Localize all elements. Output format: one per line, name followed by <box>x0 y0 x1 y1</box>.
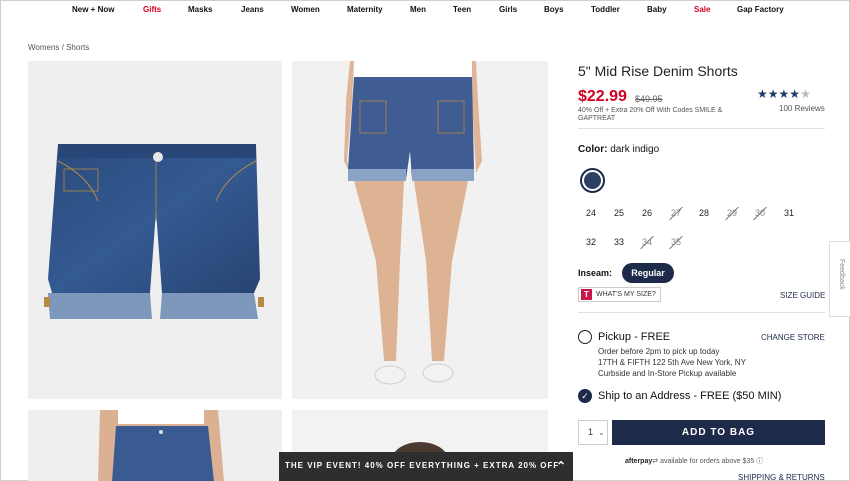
nav-boys[interactable]: Boys <box>544 1 564 19</box>
product-image-back[interactable] <box>292 61 548 399</box>
color-value: dark indigo <box>610 144 660 155</box>
divider <box>578 312 825 313</box>
shipping-returns-link[interactable]: SHIPPING & RETURNS <box>738 473 825 481</box>
star-icon: ★ <box>757 87 768 101</box>
nav-men[interactable]: Men <box>410 1 426 19</box>
quantity-value: 1 <box>588 427 594 437</box>
divider <box>578 128 825 129</box>
star-icon: ★ <box>778 87 790 101</box>
size-option[interactable]: 32 <box>581 237 601 247</box>
breadcrumb-womens[interactable]: Womens <box>28 43 59 52</box>
pickup-cutoff: Order before 2pm to pick up today <box>598 347 720 356</box>
promo-banner[interactable]: THE VIP EVENT! 40% OFF EVERYTHING + EXTR… <box>279 452 573 481</box>
rating-stars[interactable]: ★★★★★ <box>757 87 811 101</box>
info-icon[interactable]: ⓘ <box>756 458 763 465</box>
size-option-unavailable[interactable]: 27 <box>666 208 686 218</box>
breadcrumb: Womens / Shorts <box>28 43 89 52</box>
size-option-unavailable[interactable]: 29 <box>722 208 742 218</box>
size-option[interactable]: 26 <box>637 208 657 218</box>
chevron-up-icon[interactable]: ⌃ <box>556 452 567 480</box>
inseam-regular-button[interactable]: Regular <box>622 263 674 283</box>
add-to-bag-button[interactable]: ADD TO BAG <box>612 420 825 445</box>
pickup-label[interactable]: Pickup - FREE <box>598 331 670 343</box>
size-option[interactable]: 33 <box>609 237 629 247</box>
product-image-front[interactable] <box>28 61 282 399</box>
star-half-icon: ★ <box>800 87 811 101</box>
size-option-unavailable[interactable]: 35 <box>666 237 686 247</box>
promo-text: 40% Off + Extra 20% Off With Codes SMILE… <box>578 107 723 122</box>
nav-teen[interactable]: Teen <box>453 1 471 19</box>
whats-my-size-label: WHAT'S MY SIZE? <box>596 291 656 298</box>
nav-women[interactable]: Women <box>291 1 320 19</box>
product-title: 5" Mid Rise Denim Shorts <box>578 63 738 79</box>
sale-price: $22.99 <box>578 88 627 105</box>
star-icon: ★ <box>767 87 779 101</box>
top-nav: New + Now Gifts Masks Jeans Women Matern… <box>1 1 850 19</box>
nav-baby[interactable]: Baby <box>647 1 667 19</box>
feedback-tab[interactable]: Feedback <box>829 241 850 317</box>
pickup-radio[interactable] <box>578 330 592 344</box>
size-option[interactable]: 28 <box>694 208 714 218</box>
swatch-fill <box>584 172 601 189</box>
quantity-select[interactable]: 1 ⌄ <box>578 420 608 445</box>
nav-toddler[interactable]: Toddler <box>591 1 620 19</box>
chevron-down-icon: ⌄ <box>598 430 605 437</box>
nav-gifts[interactable]: Gifts <box>143 1 161 19</box>
pickup-availability: Curbside and In-Store Pickup available <box>598 369 737 378</box>
ship-radio-checked[interactable]: ✓ <box>578 389 592 403</box>
nav-masks[interactable]: Masks <box>188 1 212 19</box>
size-option[interactable]: 25 <box>609 208 629 218</box>
nav-new-now[interactable]: New + Now <box>72 1 114 19</box>
nav-girls[interactable]: Girls <box>499 1 517 19</box>
size-option[interactable]: 24 <box>581 208 601 218</box>
change-store-link[interactable]: CHANGE STORE <box>761 333 825 342</box>
feedback-label: Feedback <box>838 259 845 290</box>
nav-maternity[interactable]: Maternity <box>347 1 383 19</box>
color-swatch-dark-indigo[interactable] <box>580 168 605 193</box>
breadcrumb-shorts[interactable]: Shorts <box>66 43 89 52</box>
star-icon: ★ <box>789 87 801 101</box>
reviews-link[interactable]: 100 Reviews <box>779 104 825 113</box>
pickup-store-address: 17TH & FIFTH 122 5th Ave New York, NY <box>598 358 746 367</box>
color-label-key: Color: <box>578 144 608 155</box>
nav-gap-factory[interactable]: Gap Factory <box>737 1 784 19</box>
check-icon: ✓ <box>581 391 589 401</box>
inseam-label: Inseam: <box>578 268 613 278</box>
afterpay-logo: afterpay <box>625 458 653 465</box>
product-image-model-front[interactable] <box>28 410 282 481</box>
size-option-unavailable[interactable]: 34 <box>637 237 657 247</box>
nav-jeans[interactable]: Jeans <box>241 1 264 19</box>
afterpay-logo-arrow-icon: ⇄ <box>652 458 659 465</box>
size-guide-link[interactable]: SIZE GUIDE <box>780 291 825 300</box>
promo-banner-text: THE VIP EVENT! 40% OFF EVERYTHING + EXTR… <box>285 461 560 470</box>
whats-my-size-button[interactable]: T WHAT'S MY SIZE? <box>578 287 661 302</box>
afterpay-text: available for orders above $35 <box>660 458 755 465</box>
afterpay-info: afterpay⇄ available for orders above $35… <box>625 456 763 466</box>
nav-sale[interactable]: Sale <box>694 1 710 19</box>
true-fit-icon: T <box>581 289 592 300</box>
size-option-unavailable[interactable]: 30 <box>750 208 770 218</box>
ship-label[interactable]: Ship to an Address - FREE ($50 MIN) <box>598 390 781 402</box>
original-price: $49.95 <box>635 94 663 104</box>
color-label: Color: dark indigo <box>578 144 659 155</box>
size-option[interactable]: 31 <box>779 208 799 218</box>
